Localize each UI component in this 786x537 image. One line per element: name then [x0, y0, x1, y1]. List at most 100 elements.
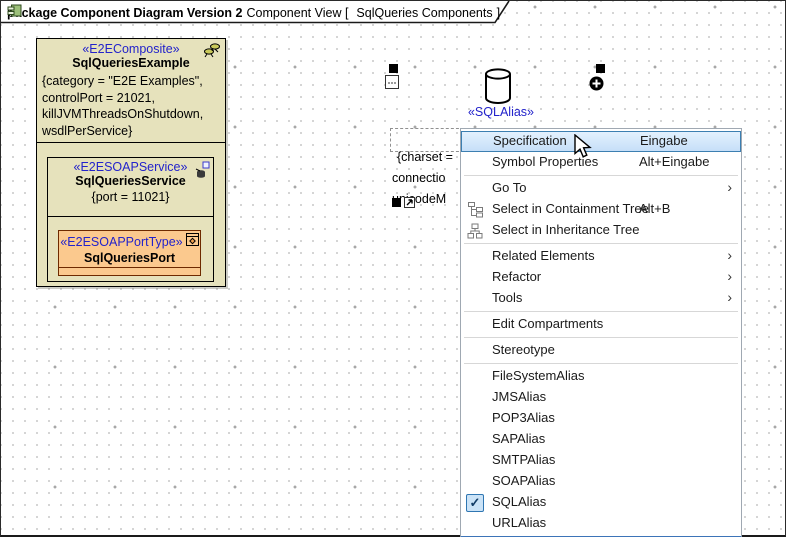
- menu-item-go-to[interactable]: Go To›: [461, 178, 741, 199]
- menu-item-refactor[interactable]: Refactor ›: [461, 267, 741, 288]
- menu-item-specification[interactable]: Specification Eingabe: [461, 131, 741, 152]
- menu-item-icon-placeholder: [464, 451, 486, 470]
- menu-item-filesystemalias[interactable]: FileSystemAlias: [461, 366, 741, 387]
- menu-item-label: Related Elements: [492, 248, 595, 263]
- menu-item-label: Edit Compartments: [492, 316, 603, 331]
- composite-property-line: {category = "E2E Examples",: [42, 73, 220, 90]
- tagged-text-line: unicodeM: [392, 189, 460, 210]
- menu-item-icon-placeholder: [464, 247, 486, 266]
- menu-shortcut: Alt+Eingabe: [639, 152, 709, 172]
- composite-component-box[interactable]: «E2EComposite» SqlQueriesExample {catego…: [36, 38, 226, 287]
- soap-service-box[interactable]: «E2ESOAPService» SqlQueriesService {port…: [47, 157, 214, 282]
- menu-item-symbol-properties[interactable]: Symbol PropertiesAlt+Eingabe: [461, 152, 741, 173]
- menu-separator: [464, 311, 738, 312]
- menu-item-stereotype[interactable]: Stereotype: [461, 340, 741, 361]
- compartment-divider: [37, 142, 225, 143]
- context-menu: Specification Eingabe Symbol PropertiesAlt…: [460, 128, 742, 537]
- menu-item-label: Specification: [493, 133, 567, 148]
- compartment-divider: [48, 216, 213, 217]
- menu-item-icon-placeholder: [464, 388, 486, 407]
- composite-property-line: controlPort = 21021,: [42, 90, 220, 107]
- soap-porttype-box[interactable]: «E2ESOAPPortType» SqlQueriesPort: [58, 230, 201, 276]
- sql-alias-label[interactable]: «SQLAlias»: [454, 105, 548, 119]
- menu-item-icon-placeholder: [464, 315, 486, 334]
- menu-item-label: Stereotype: [492, 342, 555, 357]
- selection-handle-top-left[interactable]: [389, 64, 398, 73]
- menu-item-soapalias[interactable]: SOAPAlias: [461, 471, 741, 492]
- service-name: SqlQueriesService: [48, 174, 213, 188]
- menu-item-label: POP3Alias: [492, 410, 555, 425]
- submenu-arrow-icon: ›: [727, 245, 732, 265]
- menu-item-label: Tools: [492, 290, 522, 305]
- menu-separator: [464, 175, 738, 176]
- menu-item-icon-placeholder: [464, 472, 486, 491]
- port-stereotype: «E2ESOAPPortType»: [60, 235, 182, 249]
- menu-shortcut: Eingabe: [640, 132, 688, 150]
- menu-item-icon-placeholder: [464, 153, 486, 172]
- menu-item-select-in-containment-tree[interactable]: Select in Containment TreeAlt+B: [461, 199, 741, 220]
- menu-item-icon-placeholder: [464, 430, 486, 449]
- menu-item-icon-placeholder: [464, 268, 486, 287]
- composite-stereotype: «E2EComposite»: [37, 39, 225, 56]
- menu-separator: [464, 363, 738, 364]
- containment-tree-icon: [464, 200, 486, 219]
- composite-element-icon: [203, 42, 221, 63]
- service-property: {port = 11021}: [48, 190, 213, 204]
- tagged-text-line: {charset =: [392, 147, 460, 168]
- menu-item-label: Select in Containment Tree: [492, 201, 649, 216]
- menu-shortcut: Alt+B: [639, 199, 670, 219]
- menu-item-label: URLAlias: [492, 515, 546, 530]
- composite-property-line: wsdlPerService}: [42, 123, 220, 140]
- diagram-frame-header: package Component Diagram Version 2 Comp…: [1, 1, 511, 24]
- menu-item-icon-placeholder: [464, 409, 486, 428]
- checkbox-checked-icon: ✓: [464, 493, 486, 512]
- menu-item-label: Go To: [492, 180, 526, 195]
- submenu-arrow-icon: ›: [727, 266, 732, 286]
- selection-handle-top-right[interactable]: [596, 64, 605, 73]
- tagged-text-line: connectio: [392, 168, 460, 189]
- porttype-icon: [186, 233, 199, 251]
- menu-item-tools[interactable]: Tools ›: [461, 288, 741, 309]
- link-corner-button-icon[interactable]: [404, 195, 415, 213]
- menu-item-smtpalias[interactable]: SMTPAlias: [461, 450, 741, 471]
- header-diagram-name: SqlQueries Components: [356, 6, 492, 20]
- menu-item-select-in-inheritance-tree[interactable]: Select in Inheritance Tree: [461, 220, 741, 241]
- menu-separator: [464, 243, 738, 244]
- menu-item-label: Refactor: [492, 269, 541, 284]
- composite-properties: {category = "E2E Examples", controlPort …: [37, 73, 225, 139]
- inheritance-tree-icon: [464, 221, 486, 240]
- menu-item-jmsalias[interactable]: JMSAlias: [461, 387, 741, 408]
- diagram-canvas[interactable]: package Component Diagram Version 2 Comp…: [0, 0, 786, 537]
- menu-separator: [464, 337, 738, 338]
- soap-service-element-icon: [194, 161, 210, 184]
- menu-item-icon-placeholder: [464, 179, 486, 198]
- menu-item-label: FileSystemAlias: [492, 368, 584, 383]
- service-stereotype: «E2ESOAPService»: [48, 158, 213, 174]
- menu-item-label: SQLAlias: [492, 494, 546, 509]
- menu-item-urlalias[interactable]: URLAlias: [461, 513, 741, 534]
- menu-item-sapalias[interactable]: SAPAlias: [461, 429, 741, 450]
- composite-property-line: killJVMThreadsOnShutdown,: [42, 106, 220, 123]
- menu-item-icon-placeholder: [464, 289, 486, 308]
- selection-handle-bottom-left[interactable]: [392, 198, 401, 207]
- menu-item-label: SOAPAlias: [492, 473, 555, 488]
- menu-item-related-elements[interactable]: Related Elements ›: [461, 246, 741, 267]
- submenu-arrow-icon: ›: [727, 287, 732, 307]
- tagged-values-text: {charset = connectio unicodeM: [392, 147, 460, 210]
- mouse-cursor-icon: [571, 134, 595, 165]
- header-context: Component View [: [247, 6, 349, 20]
- menu-item-sqlalias[interactable]: ✓ SQLAlias: [461, 492, 741, 513]
- add-plus-button-icon[interactable]: [589, 76, 604, 96]
- header-text: package Component Diagram Version 2 Comp…: [7, 4, 500, 21]
- menu-item-icon-placeholder: [464, 367, 486, 386]
- menu-item-pop3alias[interactable]: POP3Alias: [461, 408, 741, 429]
- menu-item-icon-placeholder: [464, 514, 486, 533]
- menu-item-label: Select in Inheritance Tree: [492, 222, 639, 237]
- menu-item-icon-placeholder: [464, 341, 486, 360]
- composite-name: SqlQueriesExample: [37, 56, 225, 70]
- menu-item-edit-compartments[interactable]: Edit Compartments: [461, 314, 741, 335]
- compartment-divider: [59, 267, 200, 268]
- database-icon[interactable]: [482, 67, 514, 110]
- ellipsis-button-icon[interactable]: [385, 75, 399, 94]
- menu-item-label: JMSAlias: [492, 389, 546, 404]
